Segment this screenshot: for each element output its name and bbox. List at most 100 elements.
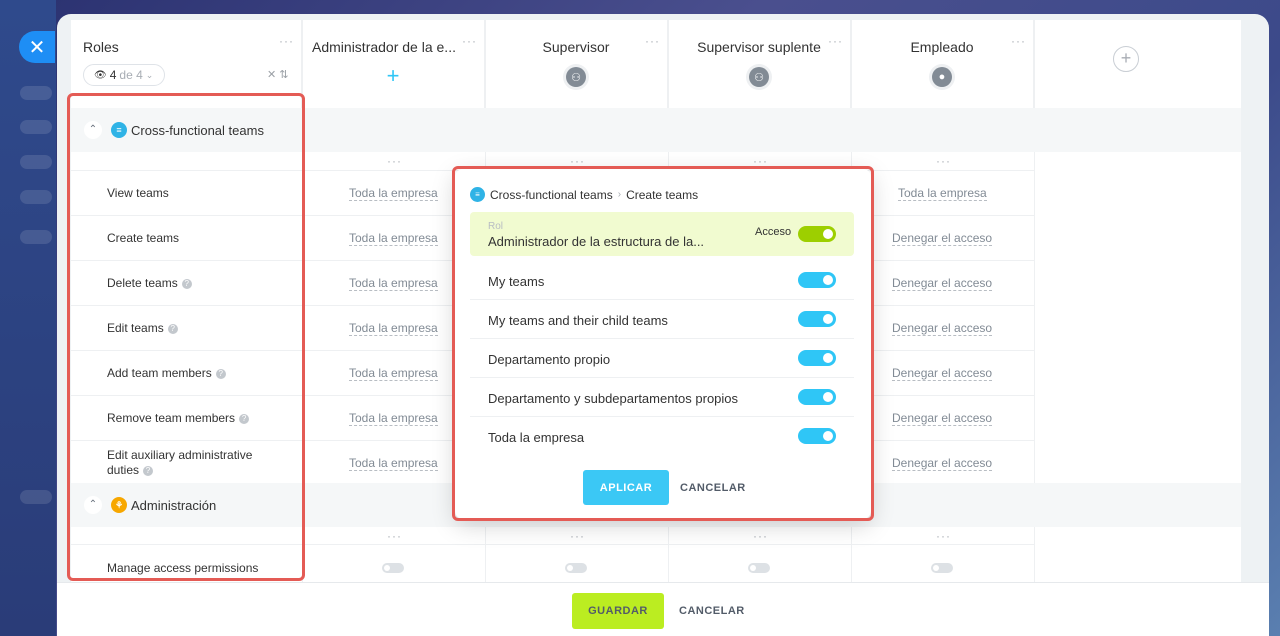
- more-icon[interactable]: ···: [1011, 34, 1026, 48]
- roles-count-current: 4: [109, 68, 117, 82]
- permission-value[interactable]: Toda la empresa: [349, 322, 438, 336]
- cancel-button[interactable]: CANCELAR: [679, 593, 745, 629]
- more-icon[interactable]: ···: [753, 154, 768, 168]
- permission-value[interactable]: Toda la empresa: [898, 187, 987, 201]
- permission-toggle[interactable]: [565, 563, 587, 573]
- permission-value[interactable]: Toda la empresa: [349, 412, 438, 426]
- more-icon[interactable]: ···: [387, 529, 402, 543]
- permission-value[interactable]: Denegar el acceso: [892, 457, 993, 471]
- permission-value[interactable]: Denegar el acceso: [892, 367, 993, 381]
- permission-value[interactable]: Denegar el acceso: [892, 322, 993, 336]
- teams-icon: ≡: [470, 187, 485, 202]
- apply-button[interactable]: APLICAR: [583, 470, 669, 505]
- popup-cancel-button[interactable]: CANCELAR: [680, 470, 746, 505]
- more-icon[interactable]: ···: [570, 154, 585, 168]
- admin-icon: ⚘: [111, 497, 127, 513]
- background-item: [20, 86, 52, 100]
- chevron-down-icon: ⌄: [145, 69, 154, 80]
- roles-count-total: de 4: [119, 68, 143, 82]
- row-label: View teams: [107, 186, 169, 200]
- user-icon[interactable]: ●: [929, 64, 955, 90]
- role-column-title: Supervisor: [542, 39, 610, 55]
- scope-option-label: Toda la empresa: [488, 430, 585, 445]
- collapse-expand-icon[interactable]: ✕ ⇅: [267, 68, 289, 81]
- role-column-title: Administrador de la e...: [312, 39, 456, 55]
- breadcrumb: ≡ Cross-functional teams › Create teams: [470, 187, 698, 202]
- permission-value[interactable]: Toda la empresa: [349, 277, 438, 291]
- permission-toggle[interactable]: [748, 563, 770, 573]
- chevron-up-icon[interactable]: ⌃: [84, 496, 102, 514]
- section-header[interactable]: ⌃ ≡ Cross-functional teams: [71, 108, 1241, 152]
- row-label: Delete teams?: [107, 276, 192, 291]
- role-column-header: Administrador de la e... ··· +: [302, 20, 485, 108]
- help-icon[interactable]: ?: [167, 323, 178, 334]
- background-item: [20, 190, 52, 204]
- access-popup: ≡ Cross-functional teams › Create teams …: [455, 169, 871, 519]
- scope-option: Toda la empresa: [470, 417, 854, 456]
- close-slider-button[interactable]: ✕: [19, 31, 55, 63]
- role-column-header: Supervisor ··· ⚇: [485, 20, 668, 108]
- more-icon[interactable]: ···: [645, 34, 660, 48]
- section-label: Cross-functional teams: [131, 122, 264, 138]
- permission-value[interactable]: Denegar el acceso: [892, 232, 993, 246]
- more-icon[interactable]: ···: [753, 529, 768, 543]
- close-icon: ✕: [28, 36, 46, 59]
- help-icon[interactable]: ?: [143, 465, 154, 476]
- scope-toggle[interactable]: [798, 389, 836, 405]
- role-column-title: Supervisor suplente: [697, 39, 821, 55]
- role-column-header: Empleado ··· ●: [851, 20, 1034, 108]
- roles-title: Roles: [83, 39, 119, 55]
- add-member-icon[interactable]: +: [381, 64, 405, 88]
- scope-option-label: Departamento propio: [488, 352, 611, 367]
- scope-option: My teams: [470, 261, 854, 300]
- permission-value[interactable]: Toda la empresa: [349, 232, 438, 246]
- more-icon[interactable]: ···: [570, 529, 585, 543]
- row-label: Create teams: [107, 231, 180, 245]
- footer-bar: GUARDAR CANCELAR: [57, 582, 1269, 636]
- breadcrumb-section[interactable]: Cross-functional teams: [490, 188, 613, 202]
- teams-icon: ≡: [111, 122, 127, 138]
- row-label: Edit teams?: [107, 321, 178, 336]
- role-column-title: Empleado: [910, 39, 974, 55]
- group-icon[interactable]: ⚇: [563, 64, 589, 90]
- access-toggle[interactable]: [798, 226, 836, 242]
- row-label: Remove team members?: [107, 411, 250, 426]
- more-icon[interactable]: ···: [828, 34, 843, 48]
- table-row: Manage access permissions: [71, 544, 1035, 582]
- help-icon[interactable]: ?: [215, 368, 226, 379]
- access-label: Acceso: [755, 226, 792, 238]
- save-button[interactable]: GUARDAR: [572, 593, 664, 629]
- role-access-box: Rol Administrador de la estructura de la…: [470, 212, 854, 256]
- more-icon[interactable]: ···: [387, 154, 402, 168]
- permission-toggle[interactable]: [931, 563, 953, 573]
- permission-value[interactable]: Denegar el acceso: [892, 412, 993, 426]
- more-icon[interactable]: ···: [936, 529, 951, 543]
- scope-toggle[interactable]: [798, 311, 836, 327]
- more-icon[interactable]: ···: [936, 154, 951, 168]
- permission-value[interactable]: Denegar el acceso: [892, 277, 993, 291]
- permission-value[interactable]: Toda la empresa: [349, 187, 438, 201]
- scope-option: Departamento y subdepartamentos propios: [470, 378, 854, 417]
- roles-count-filter[interactable]: 👁 4 de 4 ⌄: [83, 64, 165, 86]
- permission-toggle[interactable]: [382, 563, 404, 573]
- chevron-up-icon[interactable]: ⌃: [84, 121, 102, 139]
- scope-option-label: My teams: [488, 274, 545, 289]
- section-label: Administración: [131, 497, 217, 513]
- row-label: Edit auxiliary administrative duties?: [107, 448, 253, 477]
- scope-toggle[interactable]: [798, 272, 836, 288]
- more-icon[interactable]: ···: [462, 34, 477, 48]
- scope-option: Departamento propio: [470, 339, 854, 378]
- scope-option-label: Departamento y subdepartamentos propios: [488, 391, 739, 406]
- scope-toggle[interactable]: [798, 350, 836, 366]
- group-icon[interactable]: ⚇: [746, 64, 772, 90]
- help-icon[interactable]: ?: [181, 278, 192, 289]
- help-icon[interactable]: ?: [239, 413, 250, 424]
- add-role-button[interactable]: +: [1113, 46, 1139, 72]
- permission-value[interactable]: Toda la empresa: [349, 367, 438, 381]
- row-label: Add team members?: [107, 366, 226, 381]
- scope-toggle[interactable]: [798, 428, 836, 444]
- eye-icon: 👁: [94, 69, 107, 81]
- role-column-header: Supervisor suplente ··· ⚇: [668, 20, 851, 108]
- roles-column-header: Roles ··· 👁 4 de 4 ⌄ ✕ ⇅: [71, 20, 302, 108]
- permission-value[interactable]: Toda la empresa: [349, 457, 438, 471]
